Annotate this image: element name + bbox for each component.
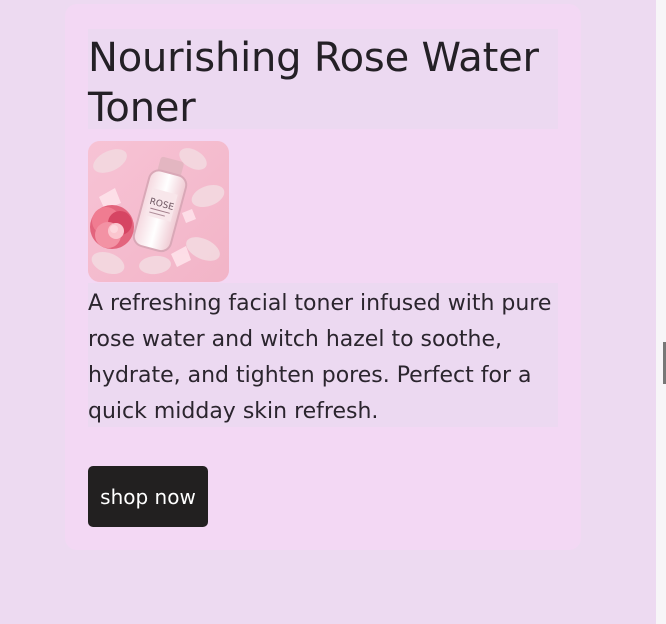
product-description: A refreshing facial toner infused with p…	[88, 291, 552, 424]
scrollbar-track[interactable]	[656, 0, 666, 624]
rose-toner-bottle-image: ROSE	[88, 141, 229, 282]
title-container: Nourishing Rose Water Toner	[88, 29, 558, 131]
product-title: Nourishing Rose Water Toner	[88, 35, 539, 131]
shop-now-button[interactable]: shop now	[88, 466, 208, 527]
page-viewport: Nourishing Rose Water Toner ROSE A refre…	[0, 0, 656, 624]
product-card: Nourishing Rose Water Toner ROSE A refre…	[65, 4, 581, 550]
product-image: ROSE	[88, 141, 229, 282]
rose-flower-icon	[90, 205, 134, 249]
description-container: A refreshing facial toner infused with p…	[88, 283, 558, 427]
